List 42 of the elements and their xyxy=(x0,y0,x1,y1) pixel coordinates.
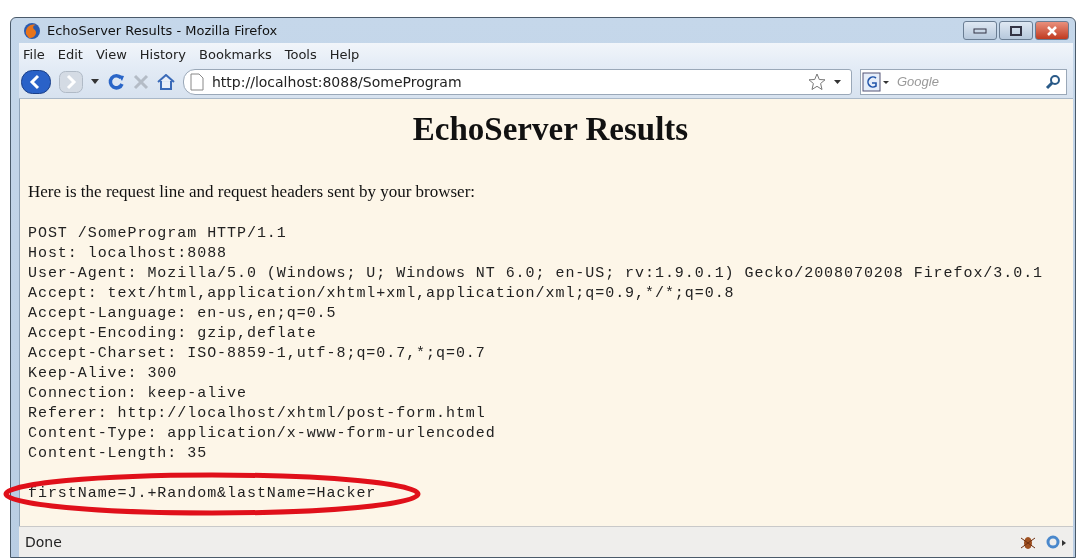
minimize-icon xyxy=(973,27,987,34)
home-icon[interactable] xyxy=(157,73,175,90)
request-header-line: Referer: http://localhost/xhtml/post-form.html xyxy=(28,404,487,424)
request-header-line: Content-Length: 35 xyxy=(28,444,209,464)
request-header-line: Accept-Language: en-us,en;q=0.5 xyxy=(28,304,338,324)
menu-item[interactable]: View xyxy=(95,46,127,62)
sync-icon[interactable] xyxy=(1045,534,1067,550)
request-header-line: Connection: keep-alive xyxy=(28,384,248,404)
back-button[interactable] xyxy=(21,69,51,94)
request-body-line: firstName=J.+Random&lastName=Hacker xyxy=(28,485,377,502)
search-field[interactable]: Google xyxy=(860,68,1067,95)
status-text: Done xyxy=(25,534,62,550)
menu-item[interactable]: Help xyxy=(329,46,360,62)
request-header-line: Host: localhost:8088 xyxy=(28,244,229,264)
reload-icon[interactable] xyxy=(107,72,125,91)
request-header-line: User-Agent: Mozilla/5.0 (Windows; U; Windows NT 6.0; en-US; rv:1.9.0.1) Gecko/2008070208 Firefox/3.0.1 xyxy=(28,264,1045,284)
request-header-line: Accept-Encoding: gzip,deflate xyxy=(28,324,318,344)
search-engine-icon[interactable] xyxy=(861,71,891,92)
dropdown-icon[interactable] xyxy=(834,79,841,84)
request-header-line: Content-Type: application/x-www-form-urlencoded xyxy=(28,424,497,444)
address-bar[interactable]: http://localhost:8088/SomeProgram xyxy=(183,68,852,95)
menu-item[interactable]: File xyxy=(23,46,45,62)
page-icon xyxy=(190,72,204,91)
maximize-button[interactable] xyxy=(999,21,1033,40)
menu-item[interactable]: History xyxy=(139,46,187,62)
page-heading: EchoServer Results xyxy=(411,111,690,148)
request-header-line: Keep-Alive: 300 xyxy=(28,364,179,384)
close-icon xyxy=(1046,25,1058,36)
star-icon[interactable] xyxy=(808,72,826,91)
request-header-line: Accept: text/html,application/xhtml+xml,application/xml;q=0.9,*/*;q=0.8 xyxy=(28,284,736,304)
menu-item[interactable]: Edit xyxy=(57,46,83,62)
menu-item[interactable]: Bookmarks xyxy=(199,46,272,62)
request-header-line: Accept-Charset: ISO-8859-1,utf-8;q=0.7,*;q=0.7 xyxy=(28,344,487,364)
request-header-line: POST /SomeProgram HTTP/1.1 xyxy=(28,224,288,244)
browser-logo-icon xyxy=(23,21,41,40)
window-title: EchoServer Results - Mozilla Firefox xyxy=(47,23,278,38)
search-icon[interactable] xyxy=(1045,73,1061,90)
menu-item[interactable]: Tools xyxy=(284,46,317,62)
close-button[interactable] xyxy=(1035,21,1069,40)
maximize-icon xyxy=(1010,25,1022,36)
history-dropdown-icon[interactable] xyxy=(91,79,99,84)
intro-text: Here is the request line and request headers sent by your browser: xyxy=(28,182,477,202)
